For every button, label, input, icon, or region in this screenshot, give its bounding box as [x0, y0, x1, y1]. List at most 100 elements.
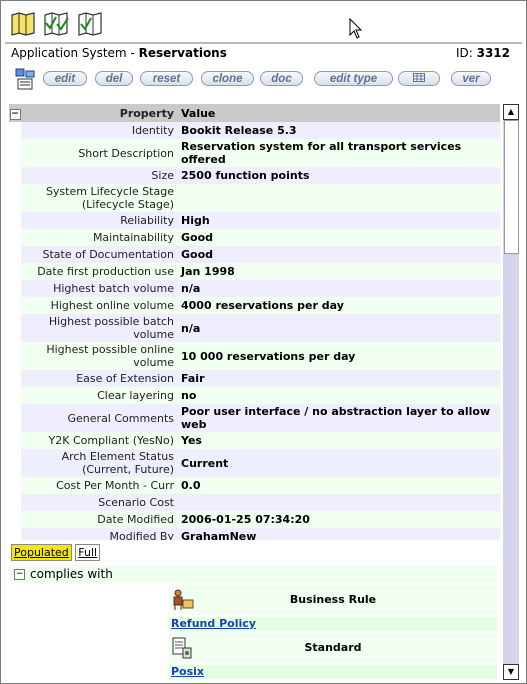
property-row: Date Modified 2006-01-25 07:34:20 — [9, 511, 500, 528]
tab-full[interactable]: Full — [75, 544, 101, 561]
row-gutter — [9, 449, 21, 477]
property-name: Highest possible online volume — [21, 342, 177, 370]
row-gutter — [9, 342, 21, 370]
map-icon[interactable] — [10, 11, 38, 37]
id-value: 3312 — [476, 46, 510, 60]
collapse-properties-icon[interactable]: − — [9, 104, 21, 122]
property-value: 4000 reservations per day — [177, 297, 500, 314]
refund-policy-link[interactable]: Refund Policy — [171, 617, 256, 630]
property-name: Ease of Extension — [21, 370, 177, 387]
element-name: Reservations — [138, 46, 227, 60]
row-gutter — [9, 263, 21, 280]
row-gutter — [9, 139, 21, 167]
table-icon — [413, 73, 425, 82]
row-gutter — [9, 477, 21, 494]
table-header-row: − Property Value — [9, 104, 500, 122]
property-row: Highest online volume 4000 reservations p… — [9, 297, 500, 314]
property-row: Highest batch volume n/a — [9, 280, 500, 297]
property-row: Highest possible batch volume n/a — [9, 314, 500, 342]
top-toolbar — [1, 1, 526, 41]
scroll-down-arrow-icon[interactable]: ▼ — [503, 664, 519, 680]
edit-button[interactable]: edit — [43, 71, 87, 86]
delete-button[interactable]: del — [95, 71, 133, 86]
row-gutter — [9, 528, 21, 540]
posix-link[interactable]: Posix — [171, 665, 204, 678]
property-value: Fair — [177, 370, 500, 387]
table-view-button[interactable] — [398, 71, 440, 86]
property-name: Y2K Compliant (YesNo) — [21, 432, 177, 449]
column-header-property: Property — [21, 104, 177, 122]
property-grid: − Property Value Identity Bookit Release … — [9, 104, 500, 540]
row-gutter — [9, 370, 21, 387]
id-label: ID: — [455, 46, 473, 60]
property-row: General Comments Poor user interface / no… — [9, 404, 500, 432]
row-gutter — [9, 122, 21, 139]
business-rule-header: Business Rule — [169, 585, 497, 615]
property-row: Ease of Extension Fair — [9, 370, 500, 387]
property-row: Highest possible online volume 10 000 res… — [9, 342, 500, 370]
property-value: no — [177, 387, 500, 404]
property-value: Reservation system for all transport ser… — [177, 139, 500, 167]
property-row: Cost Per Month - Curr 0.0 — [9, 477, 500, 494]
version-button[interactable]: ver — [451, 71, 491, 86]
property-value: High — [177, 212, 500, 229]
row-gutter — [9, 167, 21, 184]
property-value: 2006-01-25 07:34:20 — [177, 511, 500, 528]
vertical-scrollbar[interactable]: ▲ ▼ — [503, 104, 519, 680]
property-row: Clear layering no — [9, 387, 500, 404]
view-tabs: Populated Full — [11, 544, 101, 561]
property-row: Identity Bookit Release 5.3 — [9, 122, 500, 139]
property-row: Y2K Compliant (YesNo) Yes — [9, 432, 500, 449]
page-title: Application System - Reservations — [11, 46, 227, 60]
row-gutter — [9, 212, 21, 229]
row-gutter — [9, 229, 21, 246]
property-name: Maintainability — [21, 229, 177, 246]
property-value: Yes — [177, 432, 500, 449]
collapse-complies-icon[interactable]: − — [14, 569, 25, 580]
mouse-cursor-icon — [349, 17, 363, 44]
element-type: Application System — [11, 46, 127, 60]
property-row: Date first production use Jan 1998 — [9, 263, 500, 280]
row-gutter — [9, 432, 21, 449]
scrollbar-thumb[interactable] — [504, 120, 519, 254]
property-value: Good — [177, 246, 500, 263]
row-gutter — [9, 280, 21, 297]
property-row: Maintainability Good — [9, 229, 500, 246]
property-value: GrahamNew — [177, 528, 500, 540]
property-name: General Comments — [21, 404, 177, 432]
reset-button[interactable]: reset — [140, 71, 193, 86]
standard-header: Standard — [169, 633, 497, 663]
edit-type-button[interactable]: edit type — [314, 71, 393, 86]
property-row: Reliability High — [9, 212, 500, 229]
property-name: Date first production use — [21, 263, 177, 280]
complies-with-section: − complies with — [9, 565, 497, 583]
doc-button[interactable]: doc — [260, 71, 303, 86]
property-value: n/a — [177, 280, 500, 297]
property-value: Current — [177, 449, 500, 477]
row-gutter — [9, 297, 21, 314]
row-gutter — [9, 404, 21, 432]
property-name: Clear layering — [21, 387, 177, 404]
tab-populated[interactable]: Populated — [11, 544, 72, 561]
property-name: Size — [21, 167, 177, 184]
complies-with-label: complies with — [30, 567, 113, 581]
column-header-value: Value — [177, 104, 500, 122]
property-value — [177, 494, 500, 511]
business-rule-type: Business Rule — [289, 593, 377, 606]
property-name: Cost Per Month - Curr — [21, 477, 177, 494]
property-name: Date Modified — [21, 511, 177, 528]
property-row: Size 2500 function points — [9, 167, 500, 184]
map-check-icon-2[interactable] — [77, 11, 105, 37]
clone-button[interactable]: clone — [201, 71, 254, 86]
property-name: Arch Element Status (Current, Future) — [21, 449, 177, 477]
property-value: 10 000 reservations per day — [177, 342, 500, 370]
row-gutter — [9, 184, 21, 212]
refund-policy-row: Refund Policy — [169, 617, 497, 631]
row-gutter — [9, 494, 21, 511]
property-value: 0.0 — [177, 477, 500, 494]
posix-row: Posix — [169, 665, 497, 679]
map-check-icon[interactable] — [43, 11, 71, 37]
scroll-up-arrow-icon[interactable]: ▲ — [503, 104, 519, 120]
header-divider — [5, 42, 522, 44]
property-name: Modified By — [21, 528, 177, 540]
